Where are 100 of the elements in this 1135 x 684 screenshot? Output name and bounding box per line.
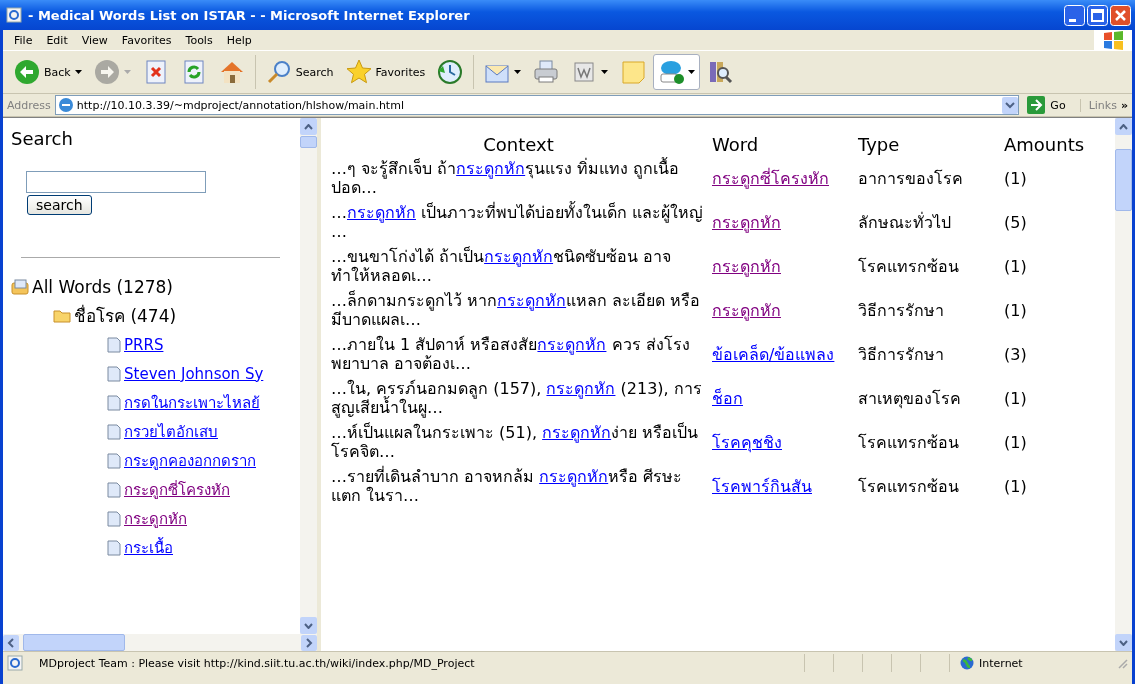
caret-icon (74, 70, 82, 74)
resize-grip-icon (1116, 657, 1128, 669)
context-link[interactable]: กระดูกหัก (456, 159, 526, 178)
address-box[interactable]: http://10.10.3.39/~mdproject/annotation/hlshow/main.html (54, 95, 1020, 115)
search-button[interactable]: search (27, 195, 92, 215)
table-cell-text: วิธีการรักษา (857, 299, 945, 322)
scroll-thumb[interactable] (300, 136, 317, 148)
table-cell-text: วิธีการรักษา (857, 343, 945, 366)
context-link[interactable]: กระดูกหัก (546, 379, 616, 398)
context-link[interactable]: กระดูกหัก (497, 291, 567, 310)
context-text: …ห์เป็นแผลในกระเพาะ (51), กระดูกหักง่าย หรือเป็นโรคจิต… (331, 423, 699, 461)
table-cell-text: สาเหตุของโรค (857, 387, 962, 411)
tree-link[interactable]: กรวยไตอักเสบ (124, 419, 218, 444)
word-link[interactable]: กระดูกซี่โครงหัก (712, 168, 829, 188)
printer-icon (533, 59, 560, 85)
horizontal-scrollbar[interactable] (3, 634, 317, 651)
table-cell-text: (1) (1003, 431, 1028, 454)
context-link[interactable]: กระดูกหัก (542, 423, 612, 442)
toolbar-button[interactable]: Favorites (340, 54, 431, 90)
sticky-note-icon (620, 59, 647, 85)
word-link[interactable]: กระดูกหัก (712, 300, 781, 320)
tree-link[interactable]: กระเนื้อ (124, 535, 173, 560)
tree-link[interactable]: กระดูกซี่โครงหัก (124, 477, 230, 502)
table-cell-text: อาการของโรค (857, 167, 964, 190)
column-header: Type (857, 133, 901, 155)
table-cell-text: โรคแทรกซ้อน (857, 475, 960, 498)
word-link[interactable]: กระดูกหัก (712, 212, 781, 232)
column-header: Context (482, 133, 555, 155)
menu-item[interactable]: Favorites (114, 33, 179, 47)
table-cell-text: (1) (1003, 387, 1028, 410)
context-text: …กระดูกหัก เป็นภาวะที่พบได้บ่อยทั้งในเด็ก และผู้ใหญ่ … (331, 203, 704, 241)
chevron-button[interactable]: » (1120, 98, 1128, 112)
go-button[interactable]: Go (1023, 96, 1076, 114)
context-text: …ภายใน 1 สัปดาห์ หรือสงสัยกระดูกหัก ควร ส่งโรงพยาบาล อาจต้องเ… (331, 335, 690, 373)
caret-icon (123, 70, 131, 74)
minimize-button[interactable] (1064, 4, 1085, 26)
context-text: …ใน, ครรภ์นอกมดลูก (157), กระดูกหัก (213), การสูญเสียน้ำในผู… (331, 379, 702, 417)
context-text: …รายที่เดินลำบาก อาจหกล้ม กระดูกหักหรือ ศีรษะแตก ในรา… (331, 467, 683, 505)
go-arrow-icon (1027, 96, 1046, 114)
word-link[interactable]: โรคคุชชิง (712, 432, 782, 452)
tree-link[interactable]: กระดูกคองอกกดราก (124, 448, 256, 473)
close-button[interactable] (1110, 4, 1131, 26)
vertical-scrollbar[interactable] (1115, 118, 1132, 651)
context-link[interactable]: กระดูกหัก (537, 335, 607, 354)
context-link[interactable]: กระดูกหัก (539, 467, 609, 486)
search-heading: Search (11, 128, 74, 149)
star-icon (345, 59, 372, 85)
books-magnifier-icon (707, 59, 734, 85)
tree-link[interactable]: กรดในกระเพาะไหลย้ (124, 390, 260, 415)
context-text: …ขนขาโก่งได้ ถ้าเป็นกระดูกหักชนิดซับซ้อน อาจทำให้หลอดเ… (331, 247, 672, 285)
menu-item[interactable]: View (74, 33, 115, 47)
windows-flag-icon (1102, 30, 1124, 50)
folder-icon (53, 308, 71, 323)
menu-item[interactable]: Help (219, 33, 259, 47)
table-cell-text: (1) (1003, 299, 1028, 322)
word-link[interactable]: กระดูกหัก (712, 256, 781, 276)
clock-icon (437, 59, 464, 85)
maximize-button[interactable] (1087, 4, 1108, 26)
table-cell-text: (1) (1003, 255, 1028, 278)
status-text: MDproject Team : Please visit http://kind.siit.tu.ac.th/wiki/index.php/MD_Project (38, 656, 476, 670)
table-cell-text: โรคแทรกซ้อน (857, 255, 960, 278)
scroll-down-icon (304, 622, 313, 629)
scroll-right-icon (301, 634, 317, 651)
table-cell-text: (1) (1003, 475, 1028, 498)
search-icon (265, 59, 292, 85)
table-cell-text: โรคแทรกซ้อน (857, 431, 960, 454)
menu-item[interactable]: Tools (178, 33, 220, 47)
toolbar-button[interactable]: Back (9, 54, 87, 90)
column-header: Word (711, 133, 760, 155)
context-link[interactable]: กระดูกหัก (347, 203, 416, 222)
scroll-up-icon (1119, 123, 1128, 130)
tree-link[interactable]: PRRS (124, 335, 164, 354)
table-cell-text: (1) (1003, 167, 1028, 190)
window-title: - Medical Words List on ISTAR - - Microsoft Internet Explorer (28, 7, 471, 23)
caret-icon (514, 70, 522, 74)
menu-item[interactable]: File (7, 33, 40, 47)
tree-folder[interactable]: ชื่อโรค (474) (74, 302, 177, 329)
address-field[interactable]: http://10.10.3.39/~mdproject/annotation/hlshow/main.html (76, 98, 1000, 112)
toolbar-button[interactable]: Search (260, 54, 339, 90)
word-link[interactable]: ข้อเคล็ด/ข้อแพลง (712, 344, 835, 364)
scroll-thumb[interactable] (1115, 149, 1132, 211)
word-link[interactable]: ช็อก (712, 388, 743, 408)
search-field[interactable] (26, 171, 206, 193)
tree-link[interactable]: กระดูกหัก (124, 506, 187, 531)
scroll-thumb[interactable] (23, 634, 125, 651)
globe-icon (960, 656, 974, 670)
column-header: Amounts (1003, 133, 1086, 155)
word-link[interactable]: โรคพาร์กินสัน (712, 476, 812, 496)
scroll-left-icon (3, 634, 19, 651)
context-link[interactable]: กระดูกหัก (484, 247, 554, 266)
tree-folder[interactable]: All Words (1278) (32, 276, 173, 297)
tree-link[interactable]: Steven Johnson Sy (124, 364, 264, 383)
scroll-down-icon (1119, 639, 1128, 646)
vertical-scrollbar[interactable] (300, 118, 317, 634)
toolbar-button[interactable] (653, 54, 701, 90)
context-text: …ล็กดามกระดูกไว้ หากกระดูกหักแหลก ละเอียด หรือมีบาดแผลเ… (331, 291, 701, 329)
scroll-up-icon (304, 123, 313, 130)
menu-item[interactable]: Edit (39, 33, 75, 47)
caret-icon (601, 70, 609, 74)
caret-icon (688, 70, 696, 74)
